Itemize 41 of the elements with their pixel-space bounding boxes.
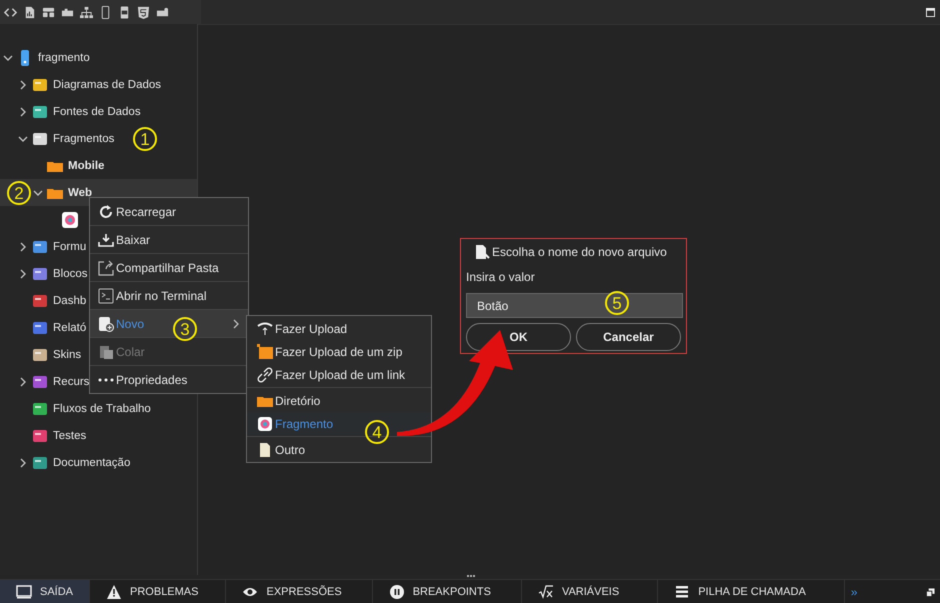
menu-label: Colar xyxy=(116,344,145,358)
menu-label: Abrir no Terminal xyxy=(116,288,206,302)
menu-label: Outro xyxy=(275,442,306,456)
menu-label: Novo xyxy=(116,316,144,330)
callout-number: 2 xyxy=(7,181,31,205)
tab-label: EXPRESSÕES xyxy=(266,586,342,598)
tree-label: Skins xyxy=(53,348,82,360)
tree-label: Web xyxy=(68,186,92,198)
tab-label: BREAKPOINTS xyxy=(412,586,491,598)
menu-label: Baixar xyxy=(116,232,150,246)
tab-label: PROBLEMAS xyxy=(130,586,198,598)
tree-label: Recurs xyxy=(53,376,90,388)
callout-number: 3 xyxy=(173,317,197,341)
tree-label: Testes xyxy=(53,430,86,442)
tree-label: fragmento xyxy=(38,52,90,64)
tree-label: Diagramas de Dados xyxy=(53,78,162,90)
callout-number: 1 xyxy=(133,127,157,151)
menu-label: Fragmento xyxy=(275,416,334,430)
tree-label: Fontes de Dados xyxy=(53,106,141,118)
dialog-title: Escolha o nome do novo arquivo xyxy=(492,245,667,259)
tab-label: SAÍDA xyxy=(40,586,74,598)
tree-label: Dashb xyxy=(53,294,86,306)
menu-label: Diretório xyxy=(275,394,320,408)
tree-label: Relató xyxy=(53,322,86,334)
tree-label: Documentação xyxy=(53,456,130,468)
tree-label: Fluxos de Trabalho xyxy=(53,402,151,414)
tab-label: PILHA DE CHAMADA xyxy=(698,586,806,598)
menu-label: Compartilhar Pasta xyxy=(116,260,219,274)
tree-label: Formu xyxy=(53,240,86,252)
callout-number: 4 xyxy=(365,420,389,444)
tree-label: Fragmentos xyxy=(53,132,114,144)
menu-label: Recarregar xyxy=(116,204,176,218)
menu-label: Fazer Upload de um link xyxy=(275,368,406,382)
menu-label: Propriedades xyxy=(116,372,188,386)
tree-label: Blocos xyxy=(53,268,88,280)
callout-number: 5 xyxy=(605,291,629,315)
menu-label: Fazer Upload de um zip xyxy=(275,344,402,358)
menu-label: Fazer Upload xyxy=(275,322,348,336)
field-label: Insira o valor xyxy=(466,270,536,284)
tab-label: VARIÁVEIS xyxy=(562,586,620,598)
tree-label: Mobile xyxy=(68,160,104,172)
